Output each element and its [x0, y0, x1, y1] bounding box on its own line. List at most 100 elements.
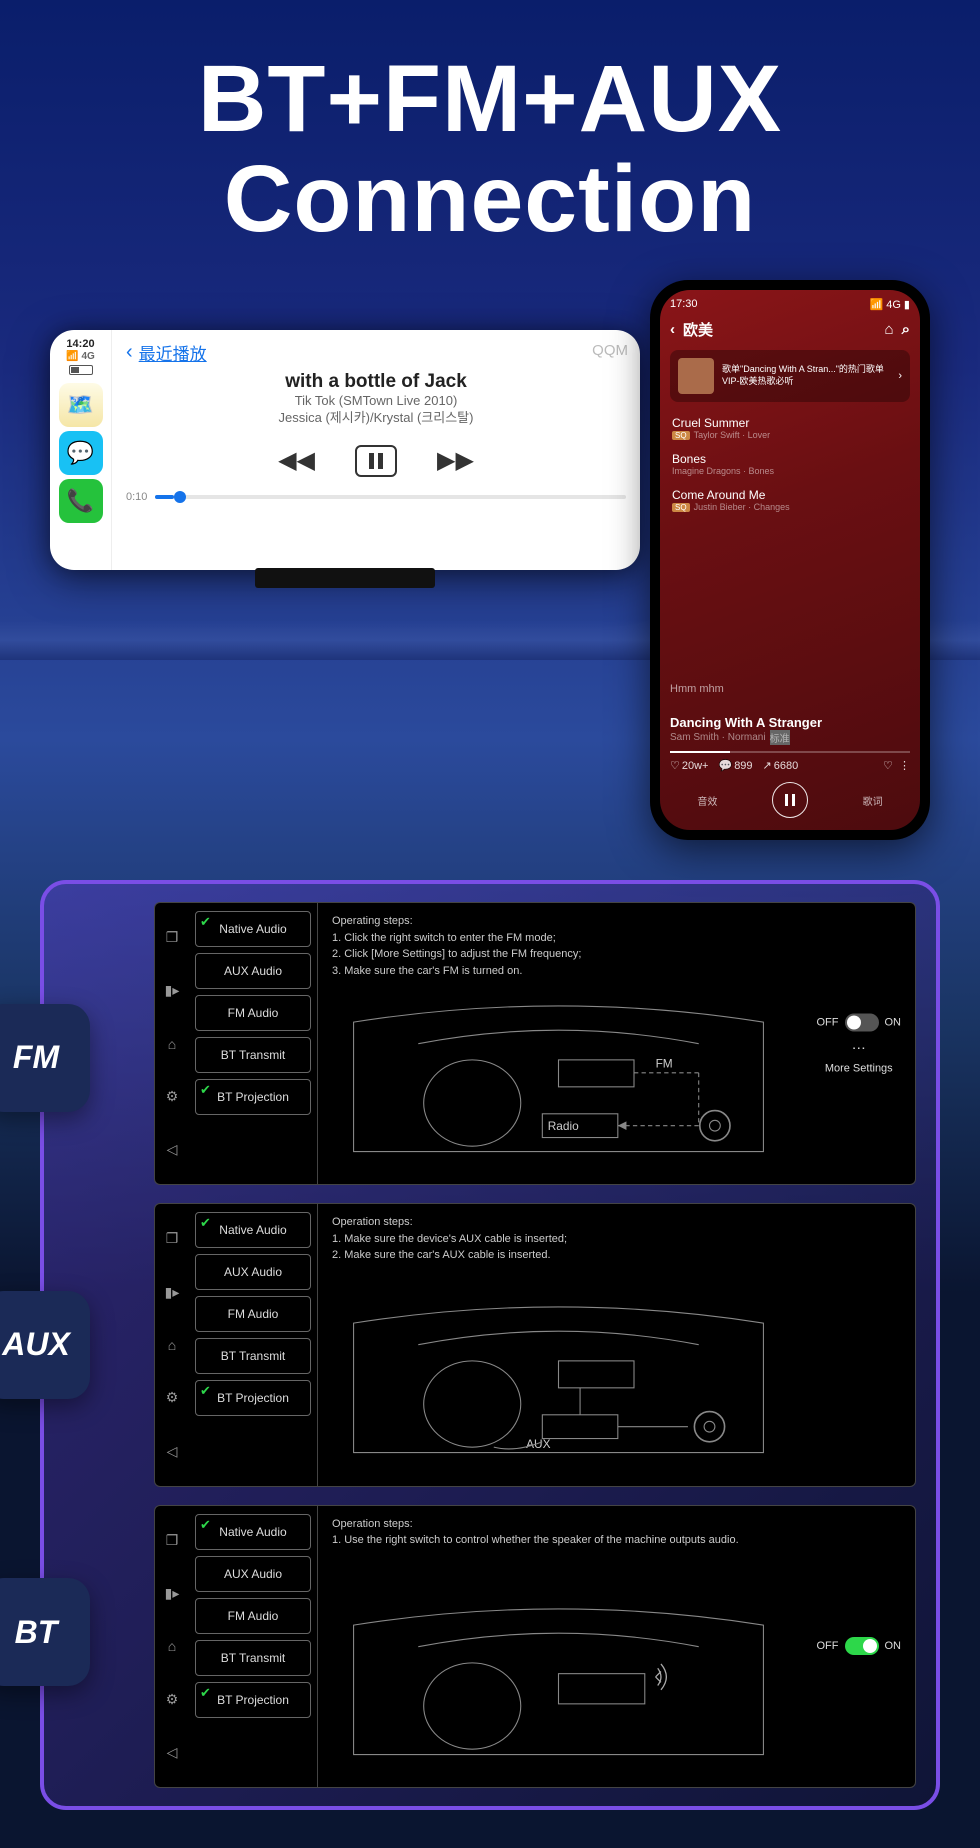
camera-icon[interactable]: ▮▸	[165, 1284, 180, 1301]
menu-bt-projection[interactable]: BT Projection	[195, 1079, 311, 1115]
hero-title: BT+FM+AUX Connection	[0, 0, 980, 250]
track-name: Bones	[672, 452, 908, 466]
bt-toggle[interactable]: OFF ON	[817, 1637, 902, 1655]
back-icon[interactable]: ◁	[167, 1141, 178, 1158]
aux-diagram: AUX	[332, 1268, 785, 1475]
sound-effect-button[interactable]: 音效	[697, 793, 717, 808]
hero-line2: Connection	[0, 150, 980, 250]
more-settings-button[interactable]: More Settings	[817, 1062, 902, 1074]
menu-bt-projection[interactable]: BT Projection	[195, 1380, 311, 1416]
fm-diagram: FM Radio	[332, 967, 785, 1174]
menu-aux-audio[interactable]: AUX Audio	[195, 1556, 311, 1592]
menu-bt-transmit[interactable]: BT Transmit	[195, 1640, 311, 1676]
phone-back-icon[interactable]: ‹	[670, 321, 675, 338]
aux-label: AUX	[526, 1438, 550, 1452]
playback-controls: ◀◀ ▶▶	[126, 445, 626, 477]
track-row[interactable]: Cruel Summer SQTaylor Swift · Lover	[670, 410, 910, 446]
bt-steps: Operation steps: 1. Use the right switch…	[332, 1516, 901, 1549]
source-label: QQM	[592, 342, 628, 359]
playlist-card[interactable]: 歌单"Dancing With A Stran..."的热门歌单 VIP-欧美热…	[670, 350, 910, 402]
settings-icon[interactable]: ⚙	[166, 1088, 179, 1105]
chat-app-icon[interactable]: 💬	[59, 431, 103, 475]
pause-button[interactable]	[355, 445, 397, 477]
home-icon[interactable]: ⌂	[168, 1036, 176, 1052]
track-row[interactable]: Bones Imagine Dragons · Bones	[670, 446, 910, 482]
phone-progress-bar[interactable]	[670, 751, 910, 753]
home-icon[interactable]: ⌂	[168, 1638, 176, 1654]
recent-played-link[interactable]: 最近播放	[139, 340, 207, 365]
back-icon[interactable]: ◁	[167, 1744, 178, 1761]
camera-icon[interactable]: ▮▸	[165, 1585, 180, 1602]
windows-icon[interactable]: ❐	[166, 1532, 179, 1549]
quality-badge: SQ	[672, 431, 690, 440]
settings-icon[interactable]: ⚙	[166, 1389, 179, 1406]
song-album: Tik Tok (SMTown Live 2010)	[126, 393, 626, 410]
track-row[interactable]: Come Around Me SQ Justin Bieber · Changes	[670, 482, 910, 518]
fm-menu: Native Audio AUX Audio FM Audio BT Trans…	[189, 903, 317, 1184]
favorite-icon[interactable]: ♡	[883, 760, 893, 772]
battery-icon	[69, 365, 93, 375]
toggle-switch[interactable]	[845, 1637, 879, 1655]
home-icon[interactable]: ⌂	[168, 1337, 176, 1353]
menu-bt-transmit[interactable]: BT Transmit	[195, 1037, 311, 1073]
lyrics-button[interactable]: 歌词	[863, 793, 883, 808]
playlist-line2: VIP-欧美热歌必听	[722, 376, 884, 388]
fm-badge: FM	[0, 1004, 90, 1112]
camera-icon[interactable]: ▮▸	[165, 982, 180, 999]
menu-aux-audio[interactable]: AUX Audio	[195, 953, 311, 989]
toggle-off-label: OFF	[817, 1016, 839, 1028]
now-playing-artist: Sam Smith · Normani	[670, 732, 766, 743]
menu-bt-transmit[interactable]: BT Transmit	[195, 1338, 311, 1374]
back-icon[interactable]: ‹	[126, 341, 133, 364]
menu-fm-audio[interactable]: FM Audio	[195, 1598, 311, 1634]
back-icon[interactable]: ◁	[167, 1443, 178, 1460]
phone-status-icons: 📶 4G ▮	[869, 298, 910, 311]
menu-native-audio[interactable]: Native Audio	[195, 1514, 311, 1550]
phone-time: 17:30	[670, 298, 698, 311]
menu-aux-audio[interactable]: AUX Audio	[195, 1254, 311, 1290]
comment-button[interactable]: 💬 899	[718, 759, 752, 772]
phone-pause-button[interactable]	[772, 782, 808, 818]
device-main: ‹ 最近播放 QQM with a bottle of Jack Tik Tok…	[112, 330, 640, 570]
track-name: Come Around Me	[672, 488, 908, 502]
device-sidebar: 14:20 📶 4G 🗺️ 💬 📞	[50, 330, 112, 570]
like-button[interactable]: ♡ 20w+	[670, 759, 708, 772]
phone-app-icon[interactable]: 📞	[59, 479, 103, 523]
phone-search-icon[interactable]: ⌕	[902, 321, 910, 338]
maps-app-icon[interactable]: 🗺️	[59, 383, 103, 427]
car-display: 14:20 📶 4G 🗺️ 💬 📞 ‹ 最近播放 QQM with a bott…	[50, 330, 640, 570]
menu-native-audio[interactable]: Native Audio	[195, 1212, 311, 1248]
menu-bt-projection[interactable]: BT Projection	[195, 1682, 311, 1718]
aux-badge: AUX	[0, 1291, 90, 1399]
phone-cast-icon[interactable]: ⌂	[885, 321, 894, 338]
fm-toggle[interactable]: OFF ON	[817, 1013, 902, 1031]
more-icon[interactable]: ⋮	[899, 760, 910, 772]
menu-fm-audio[interactable]: FM Audio	[195, 995, 311, 1031]
prev-icon[interactable]: ◀◀	[278, 446, 315, 475]
device-status: 14:20 📶 4G	[55, 338, 106, 379]
song-title: with a bottle of Jack	[126, 371, 626, 393]
bt-diagram	[332, 1570, 785, 1777]
share-button[interactable]: ↗ 6680	[763, 759, 799, 772]
quality-badge: 标准	[770, 730, 790, 745]
settings-icon[interactable]: ⚙	[166, 1691, 179, 1708]
toggle-switch[interactable]	[845, 1013, 879, 1031]
bt-menu: Native Audio AUX Audio FM Audio BT Trans…	[189, 1506, 317, 1787]
aux-panel: ❐ ▮▸ ⌂ ⚙ ◁ Native Audio AUX Audio FM Aud…	[154, 1203, 916, 1486]
phone-mockup: 17:30 📶 4G ▮ ‹ 欧美 ⌂ ⌕ 歌单"Dancing With A …	[650, 280, 930, 840]
phone-tracklist: Cruel Summer SQTaylor Swift · Lover Bone…	[670, 410, 910, 518]
menu-fm-audio[interactable]: FM Audio	[195, 1296, 311, 1332]
track-name: Cruel Summer	[672, 416, 908, 430]
mode-badges: FM AUX BT	[0, 884, 102, 1806]
hero-line1: BT+FM+AUX	[0, 50, 980, 150]
progress-bar[interactable]	[155, 495, 626, 499]
windows-icon[interactable]: ❐	[166, 1230, 179, 1247]
device-mount	[255, 568, 435, 588]
windows-icon[interactable]: ❐	[166, 929, 179, 946]
aux-menu: Native Audio AUX Audio FM Audio BT Trans…	[189, 1204, 317, 1485]
track-artist: Justin Bieber · Changes	[694, 502, 790, 512]
quality-badge: SQ	[672, 503, 690, 512]
menu-native-audio[interactable]: Native Audio	[195, 911, 311, 947]
track-artist: Imagine Dragons · Bones	[672, 466, 774, 476]
next-icon[interactable]: ▶▶	[437, 446, 474, 475]
